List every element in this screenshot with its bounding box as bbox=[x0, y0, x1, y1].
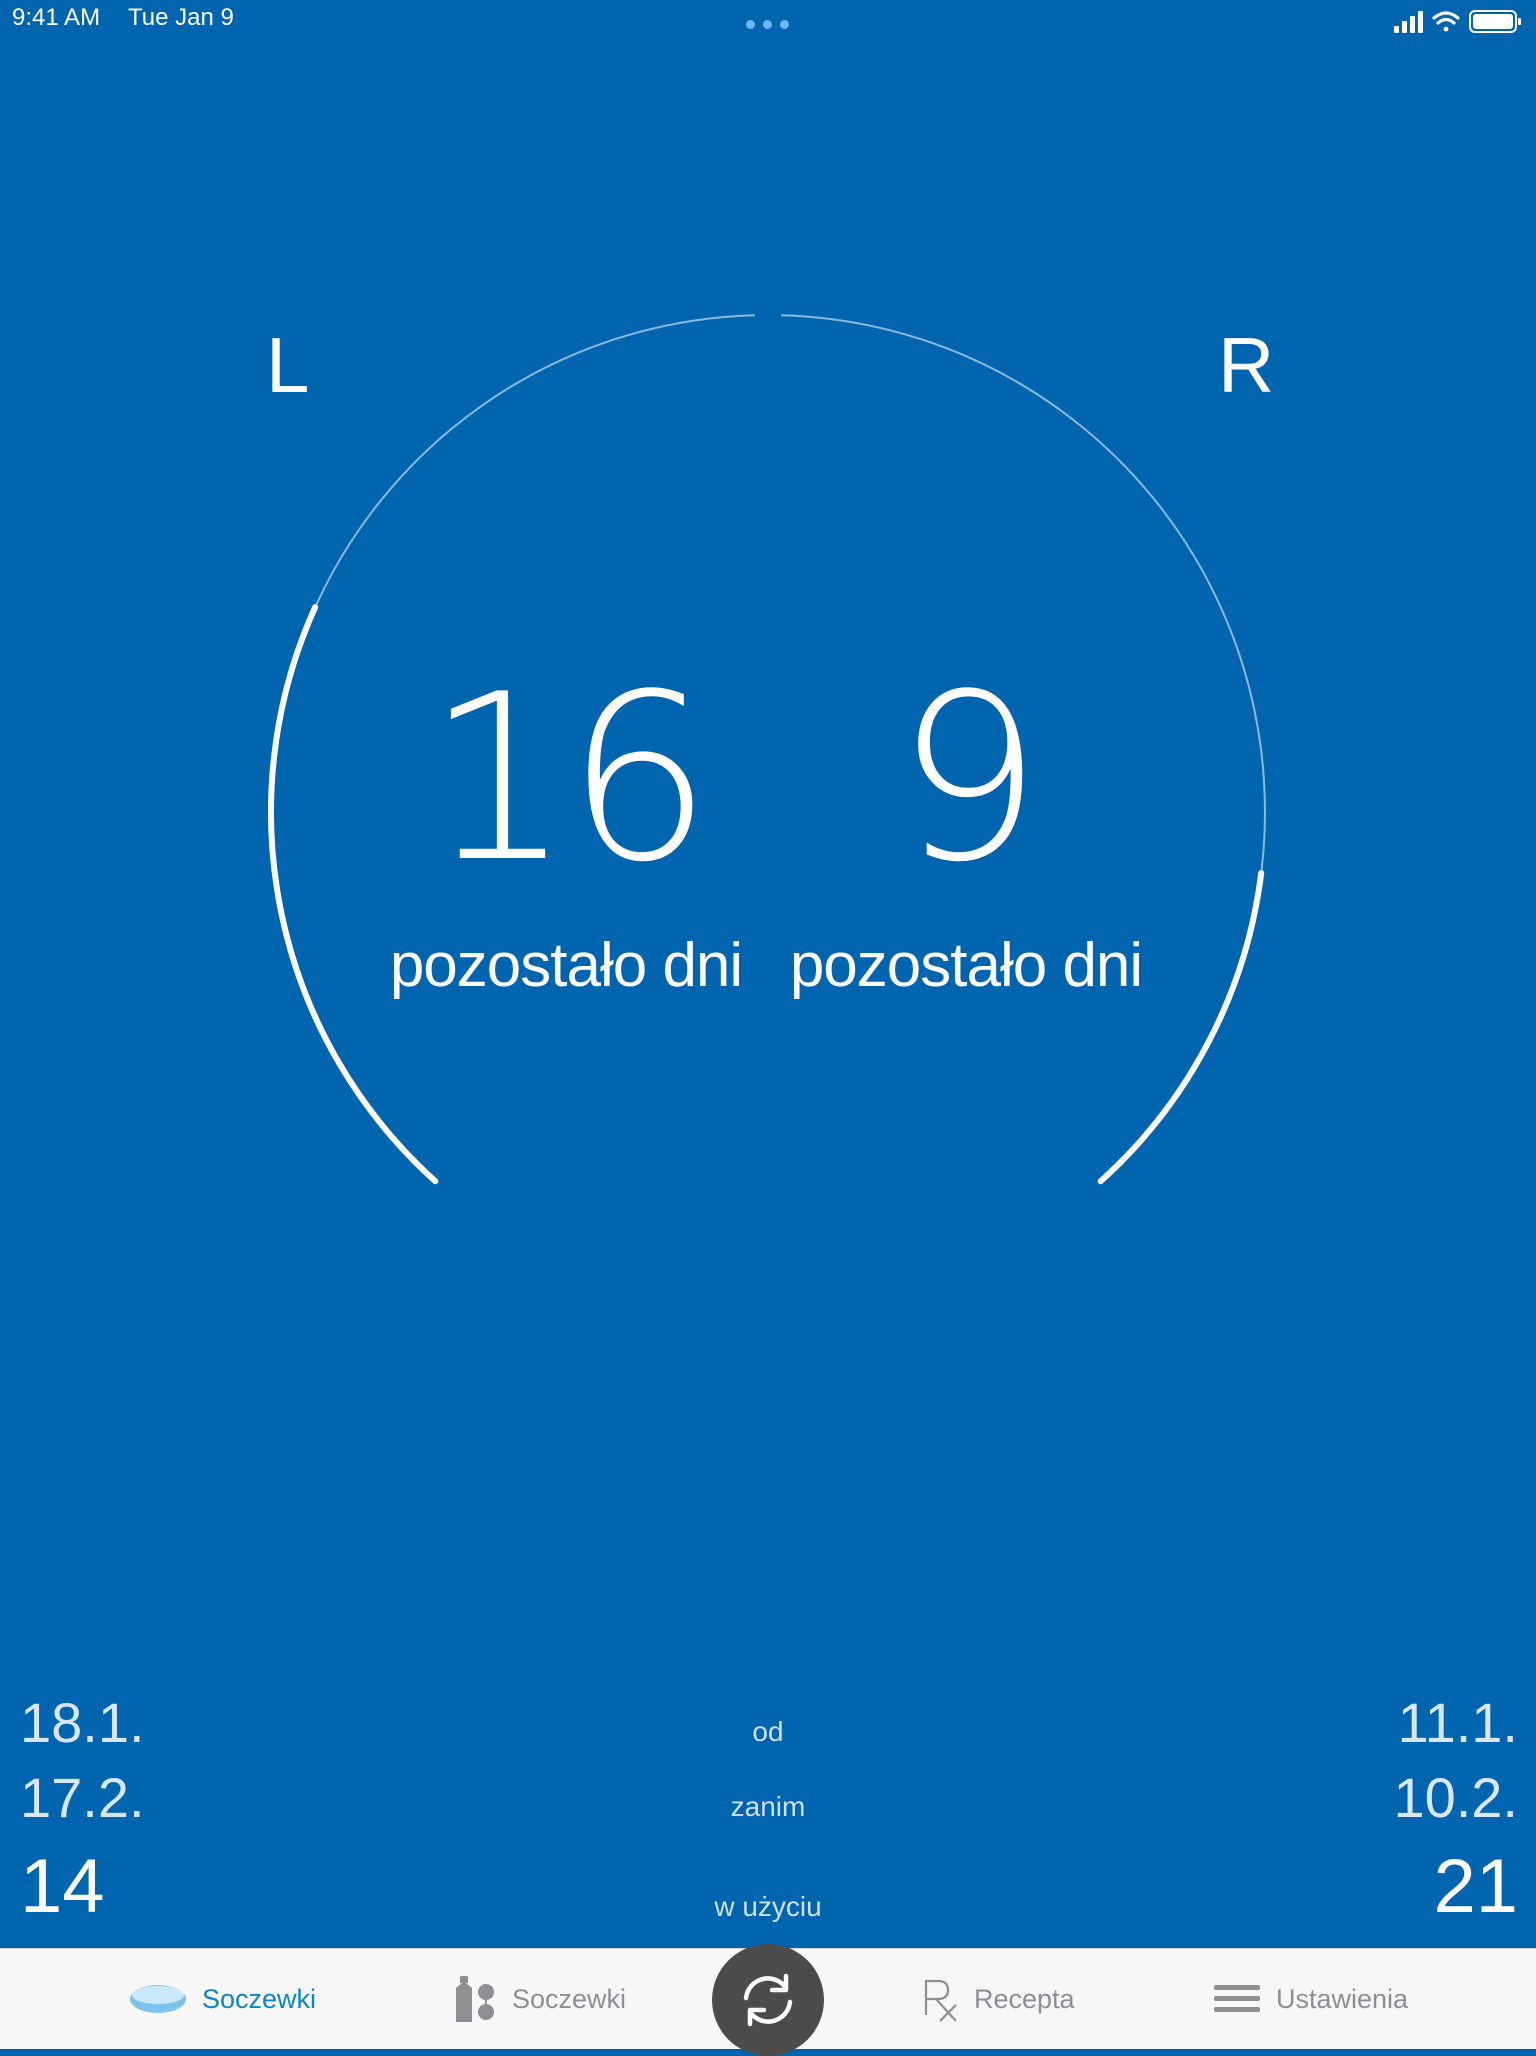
lens-gauge bbox=[268, 314, 1266, 1185]
right-days-caption: pozostało dni bbox=[789, 931, 1143, 1000]
solution-bottle-icon bbox=[456, 1976, 494, 2022]
contact-lens-icon bbox=[130, 1985, 186, 2013]
menu-lines-icon bbox=[1214, 1985, 1260, 2012]
refresh-arrows-icon bbox=[743, 1973, 793, 2027]
swap-lenses-button[interactable] bbox=[712, 1944, 824, 2056]
in-use-label: w użyciu bbox=[714, 1891, 822, 1922]
prescription-rx-icon bbox=[924, 1979, 957, 2022]
left-days-caption: pozostało dni bbox=[389, 931, 743, 1000]
from-label: od bbox=[752, 1716, 784, 1747]
tab-prescription[interactable]: Recepta bbox=[920, 1949, 1075, 2049]
right-days-remaining: 9 bbox=[895, 646, 1042, 913]
tab-solutions[interactable]: Soczewki bbox=[452, 1949, 626, 2049]
tab-settings-label: Ustawienia bbox=[1276, 1983, 1409, 2014]
tab-solutions-label: Soczewki bbox=[512, 1983, 627, 2014]
right-gauge-progress bbox=[1097, 870, 1265, 1185]
tab-lenses[interactable]: Soczewki bbox=[128, 1949, 316, 2049]
tab-lenses-label: Soczewki bbox=[202, 1983, 317, 2014]
tab-prescription-label: Recepta bbox=[974, 1983, 1075, 2014]
tab-settings[interactable]: Ustawienia bbox=[1212, 1949, 1408, 2049]
until-label: zanim bbox=[730, 1791, 806, 1822]
left-days-remaining: 16 bbox=[425, 646, 713, 913]
